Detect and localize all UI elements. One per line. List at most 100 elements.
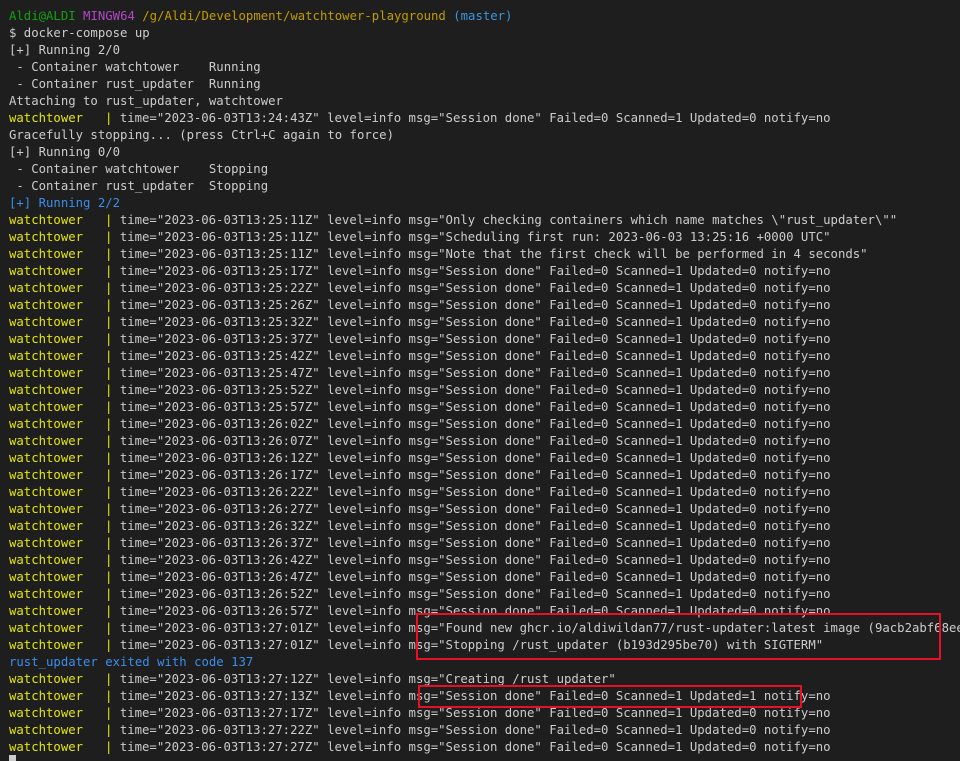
log-message: time="2023-06-03T13:26:27Z" level=info m…: [119, 502, 831, 516]
log-separator: |: [105, 536, 113, 550]
log-message: time="2023-06-03T13:25:42Z" level=info m…: [119, 349, 831, 363]
log-service-name: watchtower: [9, 689, 84, 703]
log-service-name: watchtower: [9, 519, 84, 533]
log-separator: |: [105, 230, 113, 244]
log-service-name: watchtower: [9, 434, 84, 448]
log-message: time="2023-06-03T13:25:26Z" level=info m…: [119, 298, 831, 312]
log-line: watchtower | time="2023-06-03T13:26:02Z" …: [9, 416, 831, 433]
log-line: watchtower | time="2023-06-03T13:26:17Z" …: [9, 467, 831, 484]
log-line: watchtower | time="2023-06-03T13:25:11Z" …: [9, 229, 831, 246]
log-message: time="2023-06-03T13:26:32Z" level=info m…: [119, 519, 831, 533]
log-line: watchtower | time="2023-06-03T13:26:32Z" …: [9, 518, 831, 535]
log-separator: |: [105, 587, 113, 601]
log-message: time="2023-06-03T13:26:37Z" level=info m…: [119, 536, 831, 550]
log-message: time="2023-06-03T13:26:07Z" level=info m…: [119, 434, 831, 448]
terminal-window[interactable]: Aldi@ALDI MINGW64 /g/Aldi/Development/wa…: [0, 0, 960, 761]
log-separator: |: [105, 332, 113, 346]
log-separator: |: [105, 349, 113, 363]
log-line: watchtower | time="2023-06-03T13:25:57Z" …: [9, 399, 831, 416]
log-line: watchtower | time="2023-06-03T13:26:37Z" …: [9, 535, 831, 552]
log-message: time="2023-06-03T13:26:42Z" level=info m…: [119, 553, 831, 567]
log-service-name: watchtower: [9, 366, 84, 380]
log-line: watchtower | time="2023-06-03T13:25:47Z" …: [9, 365, 831, 382]
log-separator: |: [105, 689, 113, 703]
log-service-name: watchtower: [9, 502, 84, 516]
log-separator: |: [105, 604, 113, 618]
log-line: watchtower | time="2023-06-03T13:25:42Z" …: [9, 348, 831, 365]
log-line: watchtower | time="2023-06-03T13:26:47Z" …: [9, 569, 831, 586]
log-line: watchtower | time="2023-06-03T13:25:52Z" …: [9, 382, 831, 399]
log-line: watchtower | time="2023-06-03T13:26:07Z" …: [9, 433, 831, 450]
output-line: Gracefully stopping... (press Ctrl+C aga…: [9, 128, 394, 142]
output-line: [+] Running 0/0: [9, 145, 121, 159]
log-service-name: watchtower: [9, 349, 84, 363]
terminal-cursor: [9, 755, 16, 761]
log-message: time="2023-06-03T13:25:11Z" level=info m…: [119, 247, 868, 261]
log-service-name: watchtower: [9, 332, 84, 346]
log-service-name: watchtower: [9, 264, 84, 278]
log-message: time="2023-06-03T13:25:22Z" level=info m…: [119, 281, 831, 295]
log-message: time="2023-06-03T13:26:17Z" level=info m…: [119, 468, 831, 482]
status-line: [+] Running 2/2: [9, 196, 121, 210]
log-service-name: watchtower: [9, 213, 84, 227]
log-message: time="2023-06-03T13:27:12Z" level=info m…: [119, 672, 616, 686]
log-message: time="2023-06-03T13:27:17Z" level=info m…: [119, 706, 831, 720]
prompt-line: Aldi@ALDI MINGW64 /g/Aldi/Development/wa…: [9, 8, 512, 25]
output-line: - Container rust_updater Running: [9, 77, 261, 91]
log-service-name: watchtower: [9, 298, 84, 312]
log-message: time="2023-06-03T13:27:27Z" level=info m…: [119, 740, 831, 754]
prompt-user-host: Aldi@ALDI: [9, 9, 76, 23]
highlight-box-new-image: [416, 613, 941, 660]
log-service-name: watchtower: [9, 587, 84, 601]
log-message: time="2023-06-03T13:24:43Z" level=info m…: [119, 111, 831, 125]
prompt-branch: (master): [453, 9, 513, 23]
log-line: watchtower | time="2023-06-03T13:25:17Z" …: [9, 263, 831, 280]
log-separator: |: [105, 740, 113, 754]
log-separator: |: [105, 383, 113, 397]
log-line: watchtower | time="2023-06-03T13:25:22Z" …: [9, 280, 831, 297]
log-message: time="2023-06-03T13:25:57Z" level=info m…: [119, 400, 831, 414]
log-separator: |: [105, 315, 113, 329]
prompt-shell: MINGW64: [83, 9, 135, 23]
log-message: time="2023-06-03T13:25:32Z" level=info m…: [119, 315, 831, 329]
log-line: watchtower | time="2023-06-03T13:25:32Z" …: [9, 314, 831, 331]
output-line: Attaching to rust_updater, watchtower: [9, 94, 283, 108]
log-line: watchtower | time="2023-06-03T13:26:52Z" …: [9, 586, 831, 603]
log-separator: |: [105, 621, 113, 635]
log-separator: |: [105, 281, 113, 295]
log-service-name: watchtower: [9, 621, 84, 635]
command-line: $ docker-compose up: [9, 26, 150, 40]
log-separator: |: [105, 485, 113, 499]
log-service-name: watchtower: [9, 230, 84, 244]
log-line: watchtower | time="2023-06-03T13:24:43Z" …: [9, 110, 831, 127]
log-separator: |: [105, 451, 113, 465]
log-line: watchtower | time="2023-06-03T13:26:22Z" …: [9, 484, 831, 501]
log-service-name: watchtower: [9, 400, 84, 414]
log-line: watchtower | time="2023-06-03T13:26:42Z" …: [9, 552, 831, 569]
log-service-name: watchtower: [9, 485, 84, 499]
log-separator: |: [105, 366, 113, 380]
log-message: time="2023-06-03T13:25:52Z" level=info m…: [119, 383, 831, 397]
log-separator: |: [105, 706, 113, 720]
log-message: time="2023-06-03T13:26:12Z" level=info m…: [119, 451, 831, 465]
log-message: time="2023-06-03T13:25:11Z" level=info m…: [119, 230, 831, 244]
log-separator: |: [105, 672, 113, 686]
log-message: time="2023-06-03T13:26:02Z" level=info m…: [119, 417, 831, 431]
log-separator: |: [105, 519, 113, 533]
log-service-name: watchtower: [9, 570, 84, 584]
log-line: watchtower | time="2023-06-03T13:26:12Z" …: [9, 450, 831, 467]
log-message: time="2023-06-03T13:25:37Z" level=info m…: [119, 332, 831, 346]
output-line: - Container watchtower Stopping: [9, 162, 269, 176]
log-separator: |: [105, 247, 113, 261]
output-line: - Container rust_updater Stopping: [9, 179, 269, 193]
output-line: [+] Running 2/0: [9, 43, 121, 57]
log-service-name: watchtower: [9, 638, 84, 652]
log-service-name: watchtower: [9, 536, 84, 550]
log-service-name: watchtower: [9, 111, 84, 125]
log-separator: |: [105, 264, 113, 278]
log-service-name: watchtower: [9, 383, 84, 397]
log-separator: |: [105, 570, 113, 584]
log-service-name: watchtower: [9, 451, 84, 465]
log-service-name: watchtower: [9, 247, 84, 261]
log-line: watchtower | time="2023-06-03T13:25:26Z" …: [9, 297, 831, 314]
